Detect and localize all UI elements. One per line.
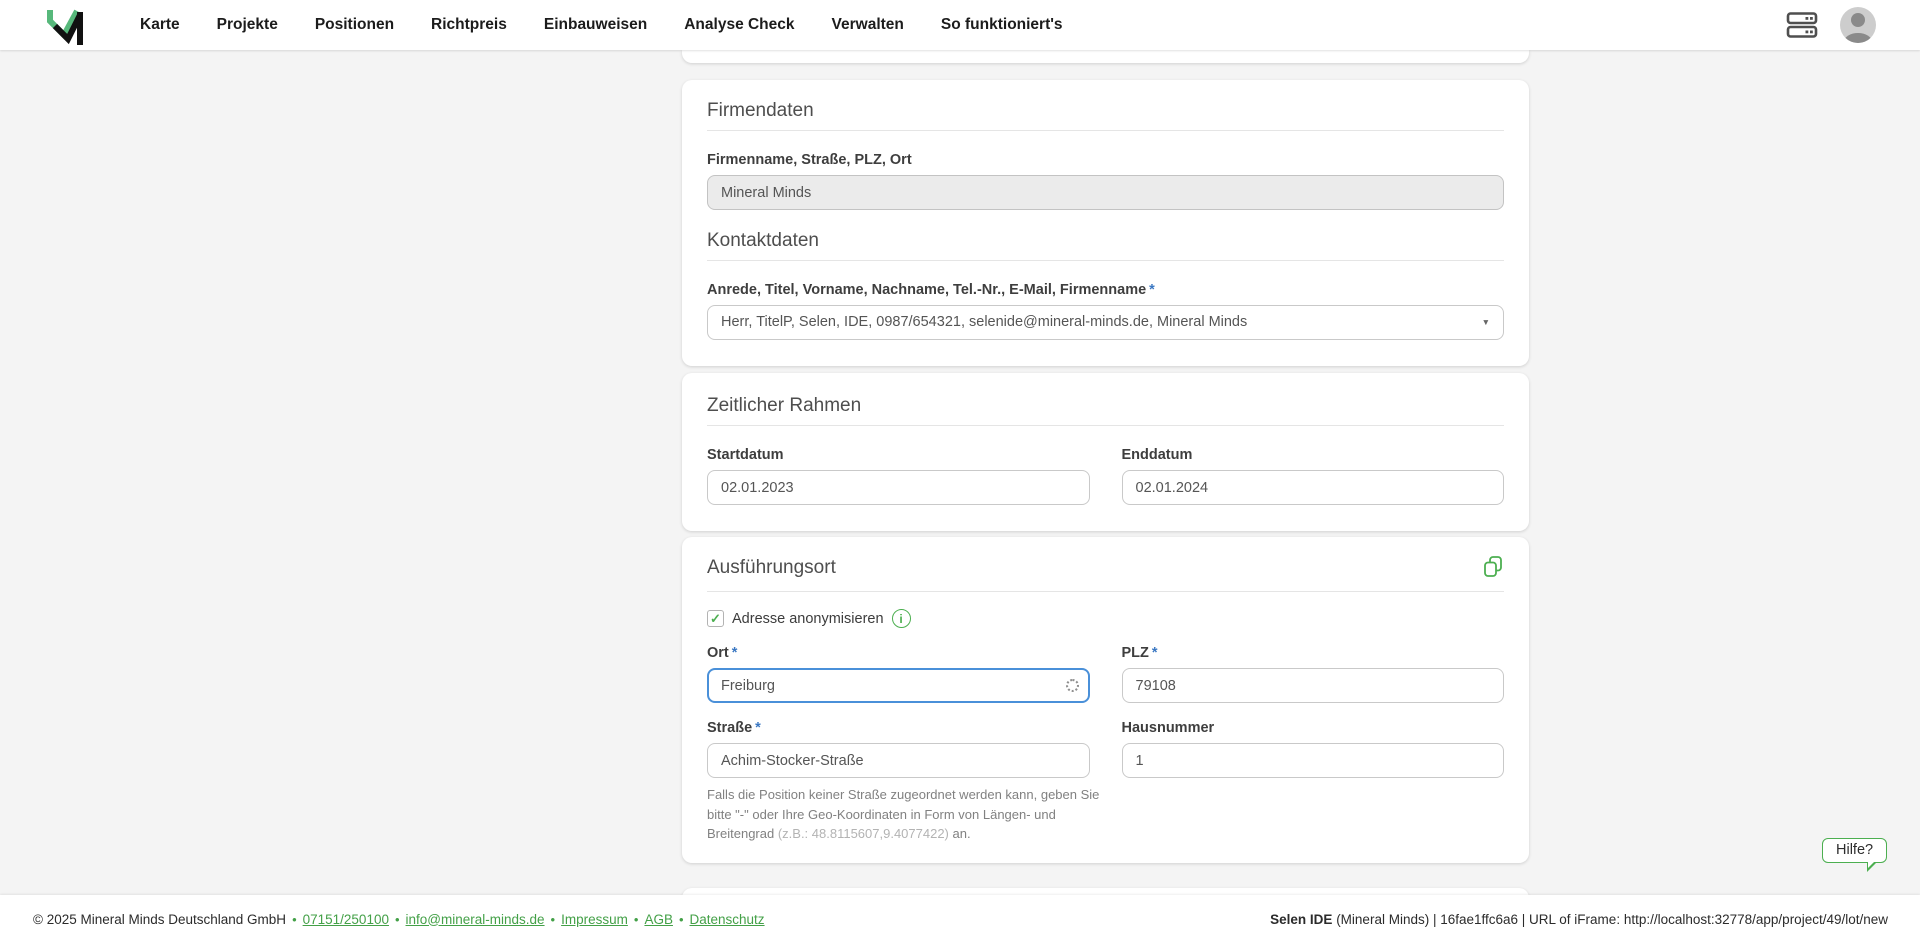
separator-dot: • — [679, 912, 684, 927]
footer-link-datenschutz[interactable]: Datenschutz — [690, 912, 765, 927]
footer-status: Selen IDE (Mineral Minds) | 16fae1ffc6a6… — [1270, 912, 1888, 927]
required-marker: * — [755, 720, 761, 736]
enddatum-input[interactable] — [1122, 470, 1505, 505]
user-avatar[interactable] — [1840, 7, 1876, 43]
footer-link-impressum[interactable]: Impressum — [561, 912, 628, 927]
footer-link-agb[interactable]: AGB — [644, 912, 673, 927]
strasse-helper-text: Falls die Position keiner Straße zugeord… — [707, 785, 1105, 844]
status-app-name: Selen IDE — [1270, 912, 1332, 927]
required-marker: * — [732, 645, 738, 661]
separator-dot: • — [634, 912, 639, 927]
nav-item-so-funktionierts[interactable]: So funktioniert's — [941, 16, 1063, 34]
strasse-label-text: Straße — [707, 720, 752, 736]
navbar-right — [1786, 7, 1876, 43]
zeitraum-title: Zeitlicher Rahmen — [707, 395, 1504, 417]
divider — [707, 260, 1504, 261]
plz-input[interactable] — [1122, 668, 1505, 703]
startdatum-input[interactable] — [707, 470, 1090, 505]
ausfuehrungsort-title: Ausführungsort — [707, 557, 836, 579]
strasse-input[interactable] — [707, 743, 1090, 778]
nav-item-einbauweisen[interactable]: Einbauweisen — [544, 16, 647, 34]
server-icon[interactable] — [1786, 10, 1818, 40]
ort-input[interactable] — [707, 668, 1090, 703]
plz-label-text: PLZ — [1122, 645, 1149, 661]
helper-text-after: an. — [949, 826, 971, 841]
plz-label: PLZ* — [1122, 645, 1505, 661]
firmendaten-title: Firmendaten — [707, 100, 1504, 122]
nav-item-projekte[interactable]: Projekte — [217, 16, 278, 34]
mineral-minds-logo-icon[interactable] — [42, 4, 88, 46]
nav-item-analyse-check[interactable]: Analyse Check — [684, 16, 794, 34]
company-field — [707, 175, 1504, 210]
copy-icon[interactable] — [1482, 555, 1504, 583]
contact-select[interactable]: Herr, TitelP, Selen, IDE, 0987/654321, s… — [707, 305, 1504, 340]
card-partial-top — [682, 50, 1529, 63]
startdatum-label: Startdatum — [707, 447, 1090, 463]
card-ausfuehrungsort: Ausführungsort ✓ Adresse anonymisieren i… — [682, 537, 1529, 863]
divider — [707, 425, 1504, 426]
info-icon[interactable]: i — [892, 609, 911, 628]
chevron-down-icon: ▼ — [1482, 306, 1490, 339]
required-marker: * — [1149, 282, 1155, 298]
required-marker: * — [1152, 645, 1158, 661]
hausnummer-input[interactable] — [1122, 743, 1505, 778]
card-firmendaten: Firmendaten Firmenname, Straße, PLZ, Ort… — [682, 80, 1529, 366]
helper-example: (z.B.: 48.8115607,9.4077422) — [778, 826, 949, 841]
hausnummer-label: Hausnummer — [1122, 720, 1505, 736]
footer: © 2025 Mineral Minds Deutschland GmbH • … — [0, 895, 1920, 943]
nav-item-karte[interactable]: Karte — [140, 16, 180, 34]
nav-item-richtpreis[interactable]: Richtpreis — [431, 16, 507, 34]
check-icon: ✓ — [710, 612, 721, 625]
top-navbar: Karte Projekte Positionen Richtpreis Ein… — [0, 0, 1920, 50]
company-field-label: Firmenname, Straße, PLZ, Ort — [707, 152, 1504, 168]
separator-dot: • — [292, 912, 297, 927]
contact-select-value: Herr, TitelP, Selen, IDE, 0987/654321, s… — [721, 314, 1247, 330]
avatar-body-icon — [1844, 33, 1872, 43]
strasse-label: Straße* — [707, 720, 1090, 736]
contact-field-label-text: Anrede, Titel, Vorname, Nachname, Tel.-N… — [707, 282, 1146, 298]
contact-field-label: Anrede, Titel, Vorname, Nachname, Tel.-N… — [707, 282, 1504, 298]
divider — [707, 130, 1504, 131]
avatar-head-icon — [1851, 13, 1865, 27]
nav-item-verwalten[interactable]: Verwalten — [832, 16, 904, 34]
footer-left: © 2025 Mineral Minds Deutschland GmbH • … — [33, 912, 765, 927]
main-menu: Karte Projekte Positionen Richtpreis Ein… — [140, 16, 1063, 34]
nav-item-positionen[interactable]: Positionen — [315, 16, 394, 34]
copyright-text: © 2025 Mineral Minds Deutschland GmbH — [33, 912, 286, 927]
ort-label: Ort* — [707, 645, 1090, 661]
ort-label-text: Ort — [707, 645, 729, 661]
anonymize-label: Adresse anonymisieren — [732, 611, 884, 627]
enddatum-label: Enddatum — [1122, 447, 1505, 463]
separator-dot: • — [551, 912, 556, 927]
footer-link-email[interactable]: info@mineral-minds.de — [406, 912, 545, 927]
separator-dot: • — [395, 912, 400, 927]
footer-link-phone[interactable]: 07151/250100 — [303, 912, 389, 927]
anonymize-checkbox[interactable]: ✓ — [707, 610, 724, 627]
card-zeitlicher-rahmen: Zeitlicher Rahmen Startdatum Enddatum — [682, 373, 1529, 531]
status-detail: (Mineral Minds) | 16fae1ffc6a6 | URL of … — [1332, 912, 1888, 927]
loading-spinner-icon — [1066, 679, 1079, 692]
kontaktdaten-title: Kontaktdaten — [707, 230, 1504, 252]
help-button[interactable]: Hilfe? — [1822, 838, 1887, 863]
